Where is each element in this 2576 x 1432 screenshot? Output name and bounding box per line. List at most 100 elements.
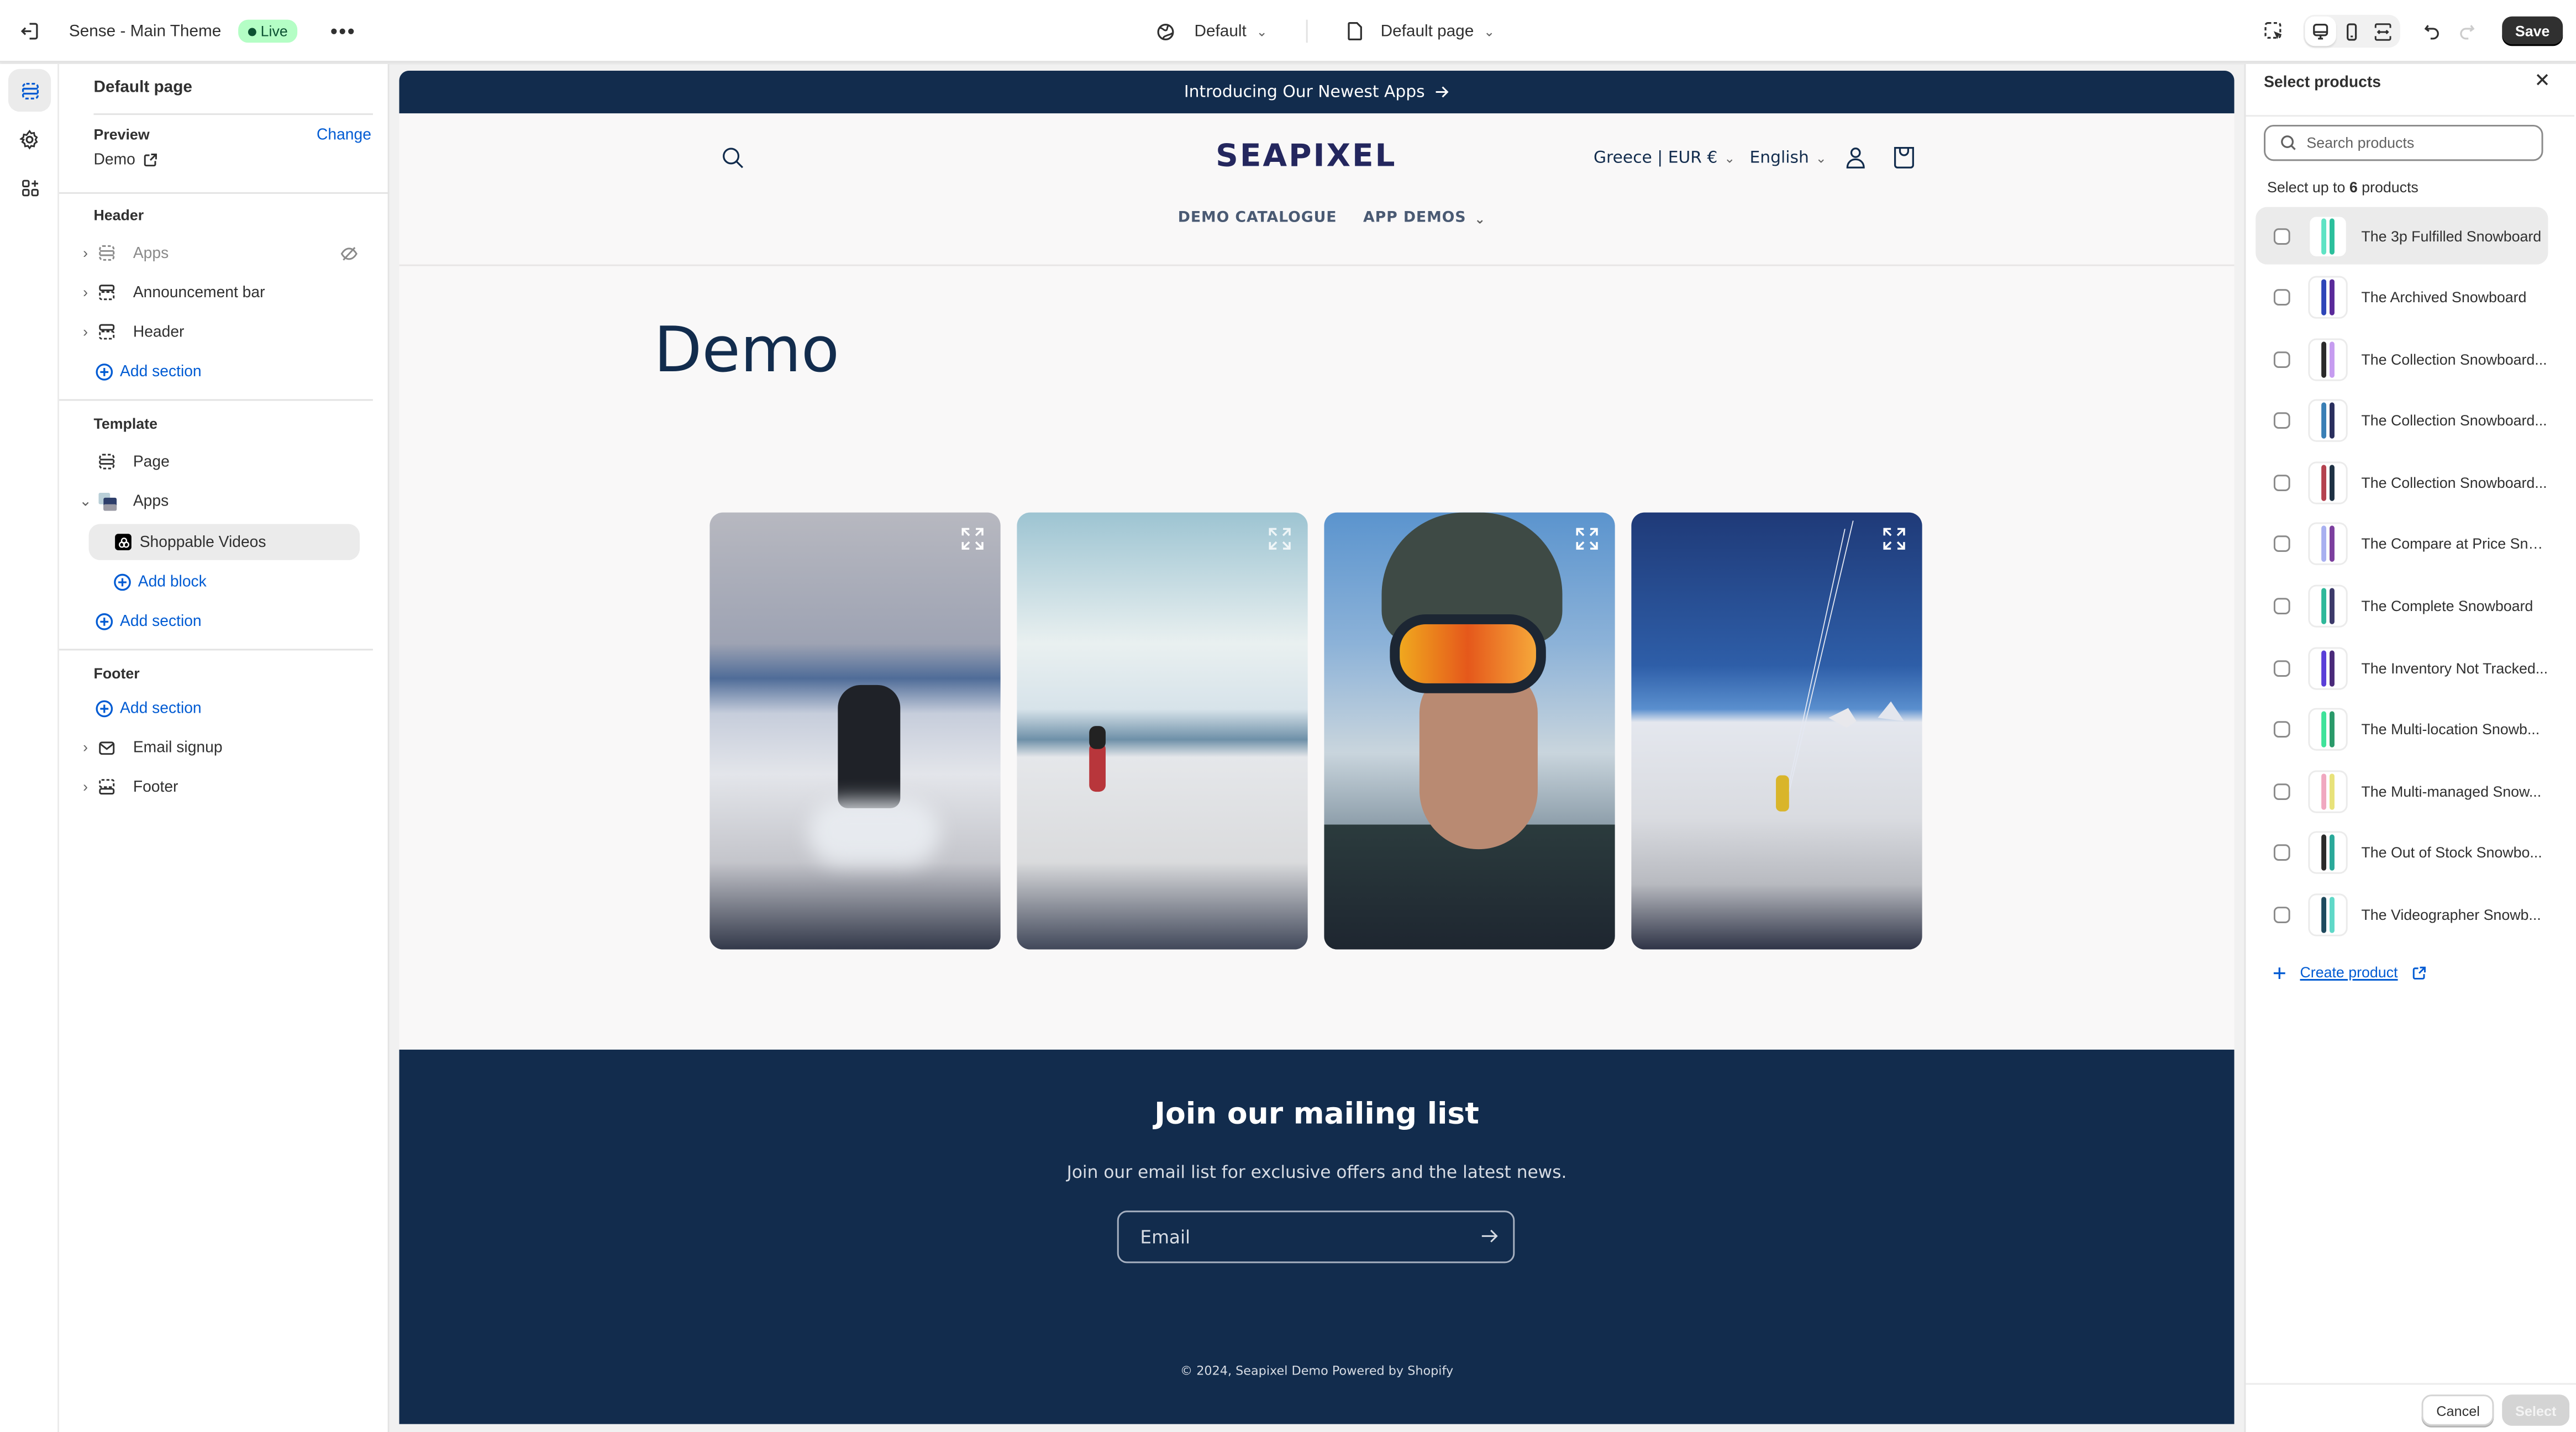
full-width-view-button[interactable] — [2367, 17, 2398, 46]
inspector-select-icon[interactable] — [2264, 22, 2284, 41]
snowboard-image — [2321, 773, 2326, 810]
product-checkbox[interactable] — [2273, 845, 2290, 862]
product-search-input[interactable] — [2306, 134, 2520, 151]
chevron-right-icon[interactable]: › — [76, 739, 96, 756]
product-checkbox[interactable] — [2273, 721, 2290, 738]
template-selector[interactable]: Default page ⌄ — [1341, 22, 1501, 41]
preview-label: Preview — [93, 126, 150, 143]
add-section-template-button[interactable]: Add section — [95, 604, 202, 637]
undo-icon[interactable] — [2423, 22, 2441, 40]
theme-settings-tab[interactable] — [8, 118, 51, 161]
external-link-icon[interactable] — [144, 153, 159, 168]
product-checkbox[interactable] — [2273, 474, 2290, 491]
nav-app-demos[interactable]: APP DEMOS ⌄ — [1363, 210, 1486, 227]
section-icon — [98, 778, 125, 795]
expand-icon[interactable] — [1575, 527, 1599, 550]
product-row[interactable]: The Archived Snowboard — [2256, 268, 2548, 326]
add-block-button[interactable]: Add block — [113, 565, 207, 598]
add-section-header-button[interactable]: Add section — [95, 355, 202, 387]
close-icon[interactable] — [2535, 72, 2550, 87]
snowboard-image — [2321, 712, 2326, 748]
plus-icon — [2272, 965, 2287, 980]
desktop-view-button[interactable] — [2305, 16, 2336, 46]
language-selector[interactable]: English ⌄ — [1749, 150, 1826, 168]
video-card[interactable] — [1017, 512, 1308, 950]
product-row[interactable]: The 3p Fulfilled Snowboard — [2256, 207, 2548, 265]
hidden-eye-icon[interactable] — [340, 245, 358, 260]
chevron-down-icon[interactable]: ⌄ — [76, 492, 96, 510]
cancel-button[interactable]: Cancel — [2421, 1394, 2495, 1426]
chevron-right-icon[interactable]: › — [76, 245, 96, 261]
product-row[interactable]: The Multi-managed Snow... — [2256, 763, 2548, 820]
section-item-header[interactable]: › Header — [76, 315, 371, 348]
chevron-right-icon[interactable]: › — [76, 778, 96, 795]
product-row[interactable]: The Complete Snowboard — [2256, 577, 2548, 635]
globe-icon — [1156, 22, 1175, 40]
expand-icon[interactable] — [961, 527, 984, 550]
change-preview-link[interactable]: Change — [317, 127, 371, 145]
add-section-footer-button[interactable]: Add section — [95, 692, 202, 724]
market-selector[interactable]: Default ⌄ — [1150, 22, 1274, 40]
product-checkbox[interactable] — [2273, 598, 2290, 615]
section-item-announcement-bar[interactable]: › Announcement bar — [76, 276, 371, 308]
section-item-page[interactable]: Page — [76, 445, 371, 478]
product-name: The Videographer Snowb... — [2361, 907, 2541, 924]
section-item-apps-template[interactable]: ⌄ Apps — [76, 485, 371, 517]
product-checkbox[interactable] — [2273, 351, 2290, 368]
newsletter-title: Join our mailing list — [1154, 1097, 1479, 1132]
product-checkbox[interactable] — [2273, 289, 2290, 306]
product-checkbox[interactable] — [2273, 413, 2290, 429]
country-selector[interactable]: Greece | EUR € ⌄ — [1594, 150, 1735, 168]
app-embeds-tab[interactable] — [8, 166, 51, 208]
product-name: The Multi-location Snowb... — [2361, 721, 2540, 738]
nav-label: APP DEMOS — [1363, 210, 1466, 227]
subscribe-arrow-icon[interactable] — [1480, 1227, 1499, 1245]
store-logo[interactable]: SEAPIXEL — [1216, 138, 1396, 174]
product-checkbox[interactable] — [2273, 783, 2290, 800]
section-item-email-signup[interactable]: › Email signup — [76, 731, 371, 764]
video-card[interactable] — [1324, 512, 1615, 950]
product-row[interactable]: The Videographer Snowb... — [2256, 886, 2548, 944]
block-item-shoppable-videos[interactable]: Shoppable Videos — [88, 524, 360, 560]
plus-circle-icon — [95, 362, 113, 381]
product-row[interactable]: The Multi-location Snowb... — [2256, 701, 2548, 759]
expand-icon[interactable] — [1883, 527, 1906, 550]
cart-icon[interactable] — [1892, 145, 1916, 170]
country-selector-label: Greece | EUR € — [1594, 149, 1718, 168]
product-row[interactable]: The Collection Snowboard... — [2256, 392, 2548, 450]
product-thumbnail — [2307, 461, 2348, 504]
search-icon[interactable] — [721, 146, 744, 170]
product-search-field[interactable] — [2264, 124, 2543, 161]
account-icon[interactable] — [1845, 146, 1867, 170]
product-checkbox[interactable] — [2273, 907, 2290, 924]
nav-demo-catalogue[interactable]: DEMO CATALOGUE — [1178, 210, 1337, 227]
mobile-view-button[interactable] — [2336, 17, 2367, 46]
product-checkbox[interactable] — [2273, 536, 2290, 553]
more-actions-button[interactable]: ••• — [330, 20, 356, 43]
chevron-right-icon[interactable]: › — [76, 324, 96, 340]
sections-tab[interactable] — [8, 69, 51, 112]
product-checkbox[interactable] — [2273, 660, 2290, 676]
redo-icon[interactable] — [2458, 22, 2476, 40]
page-title: Demo — [654, 313, 840, 386]
save-button[interactable]: Save — [2502, 16, 2563, 46]
chevron-right-icon[interactable]: › — [76, 284, 96, 301]
expand-icon[interactable] — [1268, 527, 1291, 550]
product-row[interactable]: The Collection Snowboard... — [2256, 454, 2548, 512]
announcement-bar[interactable]: Introducing Our Newest Apps — [399, 70, 2235, 114]
chevron-down-icon: ⌄ — [1256, 24, 1268, 39]
video-card[interactable] — [709, 512, 1001, 950]
select-button[interactable]: Select — [2502, 1394, 2570, 1426]
section-item-footer[interactable]: › Footer — [76, 770, 371, 803]
section-item-apps-header[interactable]: › Apps — [76, 236, 371, 269]
product-checkbox[interactable] — [2273, 227, 2290, 244]
product-row[interactable]: The Compare at Price Sno... — [2256, 515, 2548, 573]
exit-icon[interactable] — [20, 22, 40, 41]
product-row[interactable]: The Inventory Not Tracked... — [2256, 639, 2548, 697]
video-card[interactable] — [1631, 512, 1922, 950]
snowboard-image — [2329, 588, 2335, 625]
create-product-link[interactable]: Create product — [2272, 964, 2426, 981]
product-row[interactable]: The Collection Snowboard... — [2256, 330, 2548, 388]
product-row[interactable]: The Out of Stock Snowbo... — [2256, 824, 2548, 882]
newsletter-email-input[interactable]: Email — [1117, 1210, 1515, 1263]
